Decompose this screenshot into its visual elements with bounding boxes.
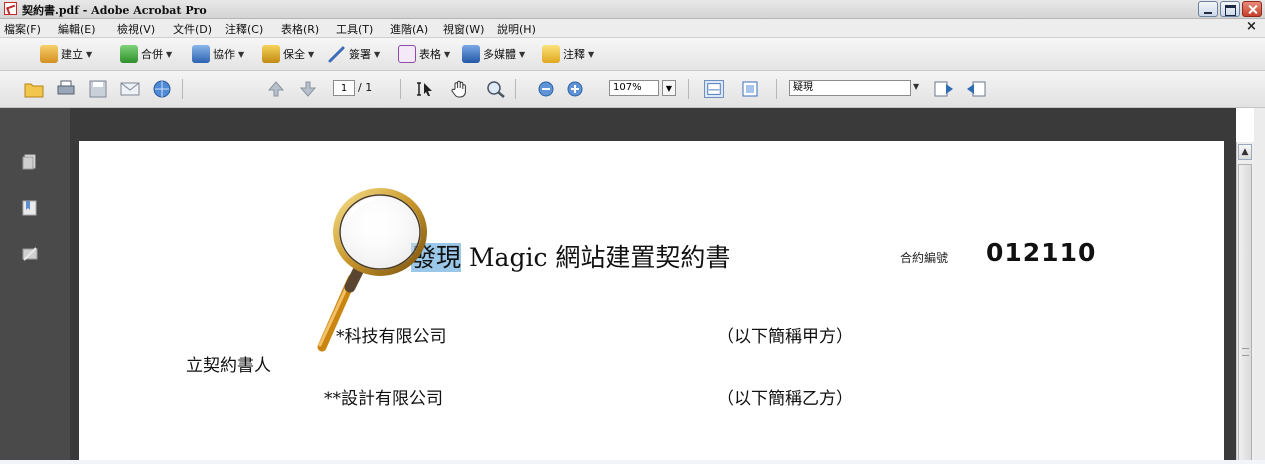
pdf-page xyxy=(79,141,1224,464)
contract-number: 012110 xyxy=(986,238,1097,267)
tasks-toolbar: 建立 ▼ 合併 ▼ 協作 ▼ 保全 ▼ 簽署 ▼ 表格 ▼ 多媒體 ▼ 注釋 ▼ xyxy=(0,38,1265,71)
scroll-grip-icon xyxy=(1242,348,1249,356)
find-dropdown-chevron-icon[interactable]: ▼ xyxy=(913,82,919,91)
toolbar-separator xyxy=(182,79,183,99)
find-next-icon[interactable] xyxy=(966,80,986,98)
menu-document[interactable]: 文件(D) xyxy=(173,21,212,37)
pdf-file-icon xyxy=(4,2,17,15)
open-folder-icon[interactable] xyxy=(24,80,44,98)
main-toolbar: 1 / 1 107% ▼ 疑現 ▼ xyxy=(0,71,1265,108)
signer-label: 立契約書人 xyxy=(186,356,271,376)
magnifier-icon xyxy=(317,188,427,352)
forms-icon xyxy=(398,45,416,63)
maximize-button[interactable] xyxy=(1220,1,1240,17)
menu-tools[interactable]: 工具(T) xyxy=(336,21,373,37)
menu-window[interactable]: 視窗(W) xyxy=(443,21,484,37)
task-combine-button[interactable]: 合併 ▼ xyxy=(120,45,172,63)
task-secure-button[interactable]: 保全 ▼ xyxy=(262,45,314,63)
menu-comments[interactable]: 注釋(C) xyxy=(225,21,263,37)
chevron-down-icon: ▼ xyxy=(588,49,595,59)
fit-width-icon[interactable] xyxy=(704,80,724,98)
party-b-note: （以下簡稱乙方） xyxy=(717,389,853,409)
task-create-button[interactable]: 建立 ▼ xyxy=(40,45,92,63)
toolbar-separator xyxy=(688,79,689,99)
task-multimedia-button[interactable]: 多媒體 ▼ xyxy=(462,45,525,63)
task-comment-button[interactable]: 注釋 ▼ xyxy=(542,45,594,63)
page-number-input[interactable]: 1 xyxy=(333,80,355,96)
zoom-in-icon[interactable] xyxy=(565,80,585,98)
select-text-cursor-icon[interactable] xyxy=(415,80,435,98)
find-text-input[interactable]: 疑現 xyxy=(789,80,911,96)
task-sign-button[interactable]: 簽署 ▼ xyxy=(328,45,380,63)
window-title: 契約書.pdf - Adobe Acrobat Pro xyxy=(22,4,207,17)
signatures-icon[interactable] xyxy=(22,246,38,262)
close-window-button[interactable] xyxy=(1242,1,1262,17)
title-text: Magic 網站建置契約書 xyxy=(461,243,731,272)
next-page-icon[interactable] xyxy=(298,80,318,98)
print-icon[interactable] xyxy=(56,80,76,98)
navigation-panel xyxy=(0,108,70,464)
fit-page-icon[interactable] xyxy=(740,80,760,98)
previous-page-icon[interactable] xyxy=(266,80,286,98)
scroll-thumb[interactable] xyxy=(1238,164,1252,464)
menu-help[interactable]: 說明(H) xyxy=(497,21,536,37)
menu-bar: 檔案(F) 編輯(E) 檢視(V) 文件(D) 注釋(C) 表格(R) 工具(T… xyxy=(0,19,1265,38)
combine-icon xyxy=(120,45,138,63)
zoom-dropdown-chevron-icon[interactable]: ▼ xyxy=(662,80,676,96)
zoom-tool-icon[interactable] xyxy=(486,80,506,98)
menu-view[interactable]: 檢視(V) xyxy=(117,21,155,37)
scroll-up-arrow-icon[interactable]: ▲ xyxy=(1238,144,1252,160)
task-collaborate-button[interactable]: 協作 ▼ xyxy=(192,45,244,63)
chevron-down-icon: ▼ xyxy=(166,49,173,59)
multimedia-icon xyxy=(462,45,480,63)
bookmarks-icon[interactable] xyxy=(22,200,38,216)
menu-edit[interactable]: 編輯(E) xyxy=(58,21,96,37)
email-icon[interactable] xyxy=(120,80,140,98)
minimize-button[interactable] xyxy=(1198,1,1218,17)
menu-forms[interactable]: 表格(R) xyxy=(281,21,319,37)
page-total-label: / 1 xyxy=(358,81,373,94)
chevron-down-icon: ▼ xyxy=(308,49,315,59)
zoom-level-field[interactable]: 107% xyxy=(609,80,659,96)
menu-file[interactable]: 檔案(F) xyxy=(4,21,41,37)
collaborate-icon xyxy=(192,45,210,63)
secure-lock-icon xyxy=(262,45,280,63)
create-pdf-icon xyxy=(40,45,58,63)
share-globe-icon[interactable] xyxy=(152,80,172,98)
comment-icon xyxy=(542,45,560,63)
hand-tool-icon[interactable] xyxy=(450,80,470,98)
vertical-scrollbar[interactable]: ▲ xyxy=(1236,142,1254,464)
chevron-down-icon: ▼ xyxy=(374,49,381,59)
window-bottom-edge xyxy=(0,460,1265,464)
chevron-down-icon: ▼ xyxy=(519,49,526,59)
close-document-icon[interactable]: × xyxy=(1246,19,1257,34)
document-title: 發現 Magic 網站建置契約書 xyxy=(411,238,730,274)
chevron-down-icon: ▼ xyxy=(444,49,451,59)
title-bar: 契約書.pdf - Adobe Acrobat Pro xyxy=(0,0,1265,19)
sign-pen-icon xyxy=(328,45,346,63)
contract-number-label: 合約編號 xyxy=(900,251,949,265)
toolbar-separator xyxy=(515,79,516,99)
menu-advanced[interactable]: 進階(A) xyxy=(390,21,428,37)
pages-icon[interactable] xyxy=(22,154,38,170)
toolbar-separator xyxy=(776,79,777,99)
chevron-down-icon: ▼ xyxy=(238,49,245,59)
chevron-down-icon: ▼ xyxy=(86,49,93,59)
party-b-name: **設計有限公司 xyxy=(324,389,443,409)
toolbar-separator xyxy=(400,79,401,99)
party-a-note: （以下簡稱甲方） xyxy=(717,327,853,347)
task-forms-button[interactable]: 表格 ▼ xyxy=(398,45,450,63)
window-right-edge xyxy=(1254,108,1265,464)
zoom-out-icon[interactable] xyxy=(536,80,556,98)
find-previous-icon[interactable] xyxy=(934,80,954,98)
acrobat-window: 契約書.pdf - Adobe Acrobat Pro 檔案(F) 編輯(E) … xyxy=(0,0,1265,464)
save-icon[interactable] xyxy=(88,80,108,98)
